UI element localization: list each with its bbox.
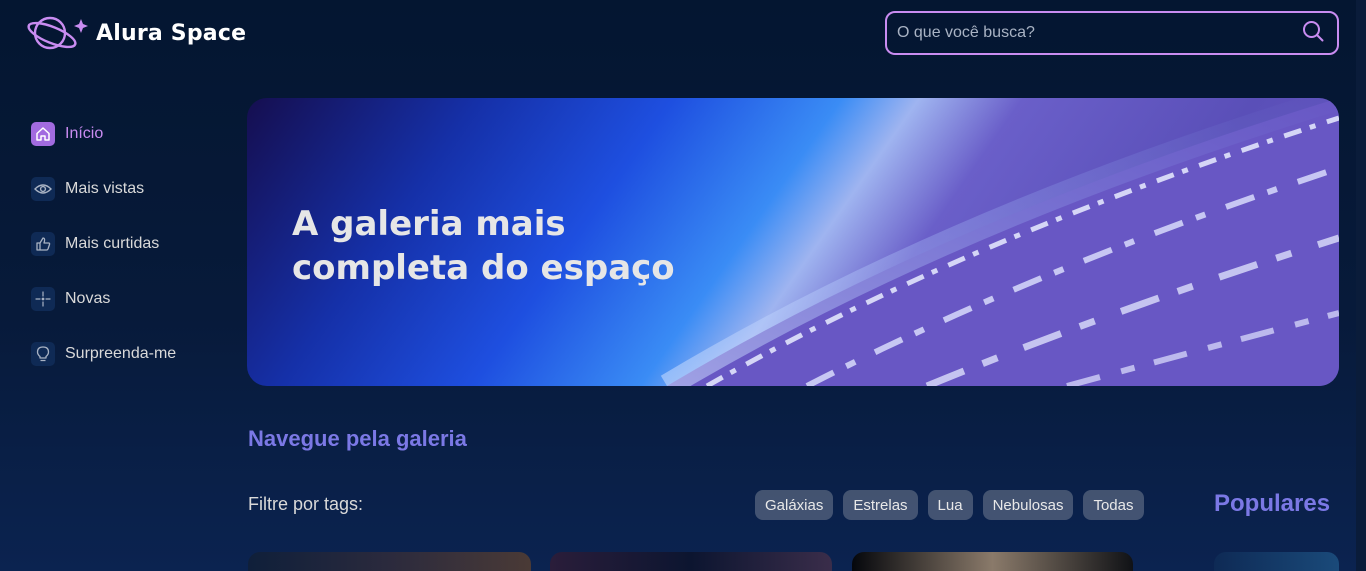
banner-title: A galeria mais completa do espaço xyxy=(292,204,675,288)
gallery-card[interactable] xyxy=(852,552,1133,571)
sparkle-icon xyxy=(31,286,55,311)
tag-todas[interactable]: Todas xyxy=(1083,490,1144,520)
filter-label: Filtre por tags: xyxy=(248,494,364,514)
sidebar-item-label: Mais curtidas xyxy=(65,234,160,252)
search-bar xyxy=(885,11,1339,55)
page-scrollbar[interactable] xyxy=(1356,0,1366,571)
hero-banner: A galeria mais completa do espaço xyxy=(247,98,1339,386)
tag-filter-list: Galáxias Estrelas Lua Nebulosas Todas xyxy=(755,490,1154,520)
sidebar-item-label: Novas xyxy=(65,289,111,307)
tag-galaxias[interactable]: Galáxias xyxy=(755,490,834,520)
tag-estrelas[interactable]: Estrelas xyxy=(843,490,918,520)
sidebar-item-inicio[interactable]: Início xyxy=(31,116,176,151)
eye-icon xyxy=(31,176,55,201)
gallery-card[interactable] xyxy=(550,552,832,571)
search-input[interactable] xyxy=(887,13,1293,53)
gallery-card[interactable] xyxy=(248,552,531,571)
sidebar-item-novas[interactable]: Novas xyxy=(31,281,176,316)
popular-card[interactable] xyxy=(1214,552,1339,571)
gallery-heading: Navegue pela galeria xyxy=(248,426,467,451)
search-icon xyxy=(1302,20,1324,46)
sidebar-item-label: Surpreenda-me xyxy=(65,344,177,362)
sidebar-item-surpreenda-me[interactable]: Surpreenda-me xyxy=(31,336,176,371)
popular-heading: Populares xyxy=(1214,490,1331,517)
thumbs-up-icon xyxy=(31,231,55,256)
logo[interactable]: Alura Space xyxy=(26,11,246,55)
search-button[interactable] xyxy=(1293,13,1333,53)
sidebar-item-mais-curtidas[interactable]: Mais curtidas xyxy=(31,226,176,261)
planet-logo-icon xyxy=(26,11,88,55)
sidebar-nav: Início Mais vistas Mais curtidas Novas S… xyxy=(31,116,176,391)
tag-nebulosas[interactable]: Nebulosas xyxy=(982,490,1074,520)
app-name: Alura Space xyxy=(96,20,247,46)
sidebar-item-label: Início xyxy=(65,124,104,142)
sidebar-item-mais-vistas[interactable]: Mais vistas xyxy=(31,171,176,206)
tag-lua[interactable]: Lua xyxy=(927,490,973,520)
home-icon xyxy=(31,121,55,146)
sidebar-item-label: Mais vistas xyxy=(65,179,145,197)
lightbulb-icon xyxy=(31,341,55,366)
